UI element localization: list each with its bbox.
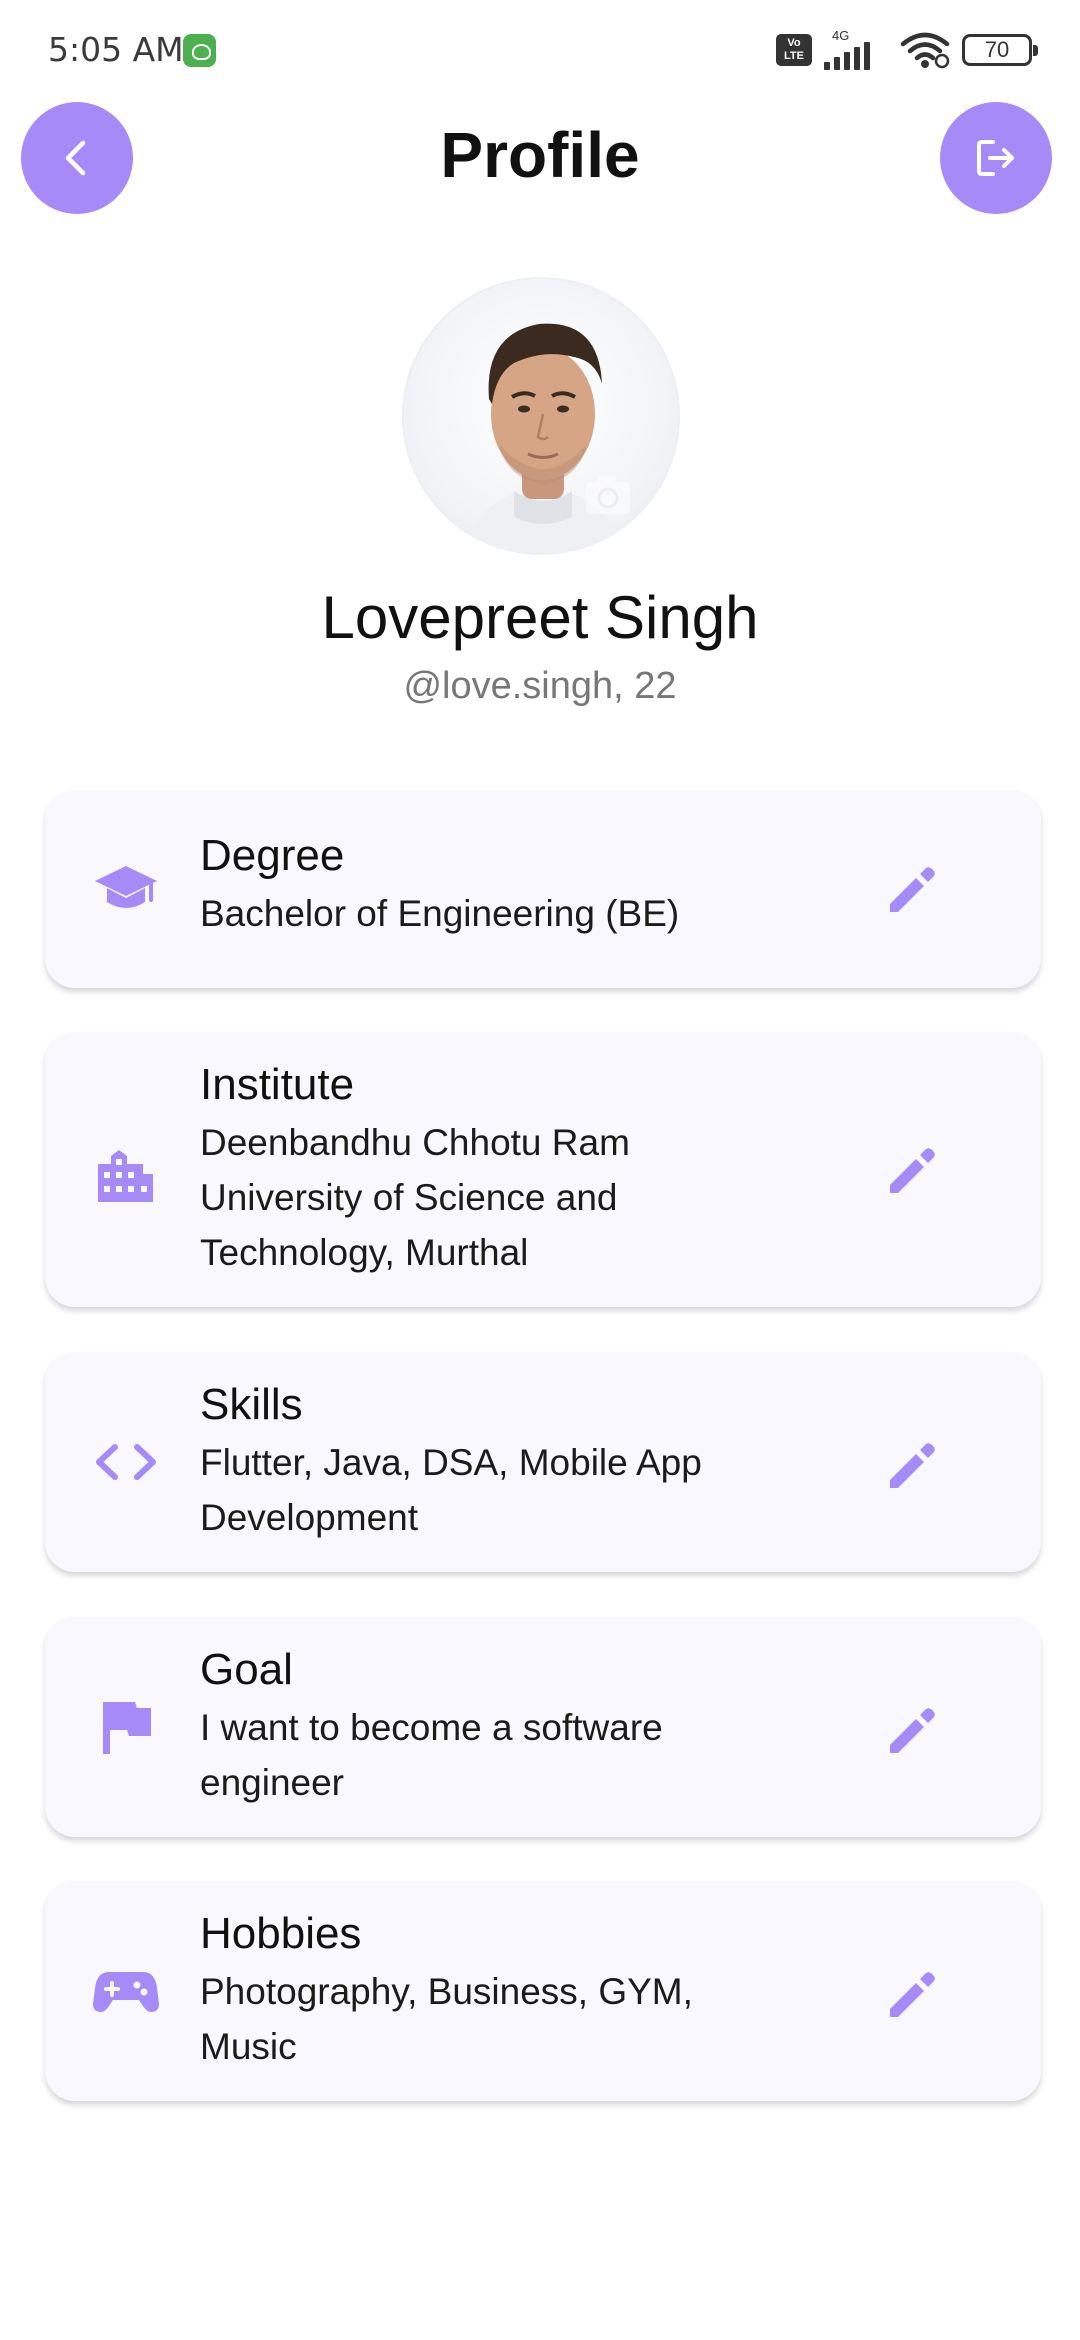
card-value: Photography, Business, GYM, Music bbox=[200, 1971, 693, 2067]
edit-skills-button[interactable] bbox=[881, 1435, 941, 1495]
card-title: Institute bbox=[200, 1060, 355, 1109]
card-value: Deenbandhu Chhotu Ram University of Scie… bbox=[200, 1122, 630, 1273]
edit-goal-button[interactable] bbox=[881, 1700, 941, 1760]
card-title: Degree bbox=[200, 831, 345, 880]
gamepad-icon bbox=[93, 1958, 159, 2024]
building-icon bbox=[93, 1142, 159, 1208]
graduation-cap-icon bbox=[93, 856, 159, 922]
app-notification-icon bbox=[183, 34, 216, 67]
profile-name: Lovepreet Singh bbox=[321, 584, 759, 651]
card-title: Hobbies bbox=[200, 1909, 362, 1958]
pencil-icon bbox=[890, 1443, 935, 1488]
pencil-icon bbox=[890, 867, 935, 912]
battery-level: 70 bbox=[984, 37, 1010, 62]
pencil-icon bbox=[890, 1148, 935, 1193]
status-bar: 5:05 AM Vo LTE 4G 70 bbox=[0, 0, 1080, 100]
card-value: I want to become a software engineer bbox=[200, 1707, 663, 1803]
profile-handle: @love.singh, 22 bbox=[403, 665, 677, 707]
volte-icon: Vo LTE bbox=[776, 34, 812, 66]
card-title: Skills bbox=[200, 1380, 303, 1429]
avatar-portrait bbox=[464, 323, 630, 553]
status-indicators: Vo LTE 4G 70 bbox=[776, 28, 1038, 70]
network-type-label: 4G bbox=[832, 28, 850, 43]
profile-avatar[interactable] bbox=[402, 277, 680, 555]
flag-icon bbox=[93, 1694, 159, 1760]
goal-card: Goal I want to become a software enginee… bbox=[45, 1617, 1041, 1837]
card-title: Goal bbox=[200, 1645, 293, 1694]
card-value: Bachelor of Engineering (BE) bbox=[200, 893, 680, 934]
wifi-icon bbox=[900, 32, 950, 69]
edit-degree-button[interactable] bbox=[881, 859, 941, 919]
pencil-icon bbox=[890, 1972, 935, 2017]
code-icon bbox=[93, 1429, 159, 1495]
hobbies-card: Hobbies Photography, Business, GYM, Musi… bbox=[45, 1881, 1041, 2101]
degree-card: Degree Bachelor of Engineering (BE) bbox=[45, 790, 1041, 988]
logout-icon bbox=[977, 140, 1014, 176]
logout-button[interactable] bbox=[940, 102, 1052, 214]
pencil-icon bbox=[890, 1708, 935, 1753]
skills-card: Skills Flutter, Java, DSA, Mobile App De… bbox=[45, 1352, 1041, 1572]
page-title: Profile bbox=[440, 119, 640, 191]
edit-hobbies-button[interactable] bbox=[881, 1964, 941, 2024]
status-time: 5:05 AM bbox=[48, 30, 184, 69]
edit-institute-button[interactable] bbox=[881, 1140, 941, 1200]
institute-card: Institute Deenbandhu Chhotu Ram Universi… bbox=[45, 1032, 1041, 1307]
battery-icon: 70 bbox=[962, 34, 1038, 66]
cellular-signal-icon: 4G bbox=[824, 28, 888, 70]
card-value: Flutter, Java, DSA, Mobile App Developme… bbox=[200, 1442, 702, 1538]
